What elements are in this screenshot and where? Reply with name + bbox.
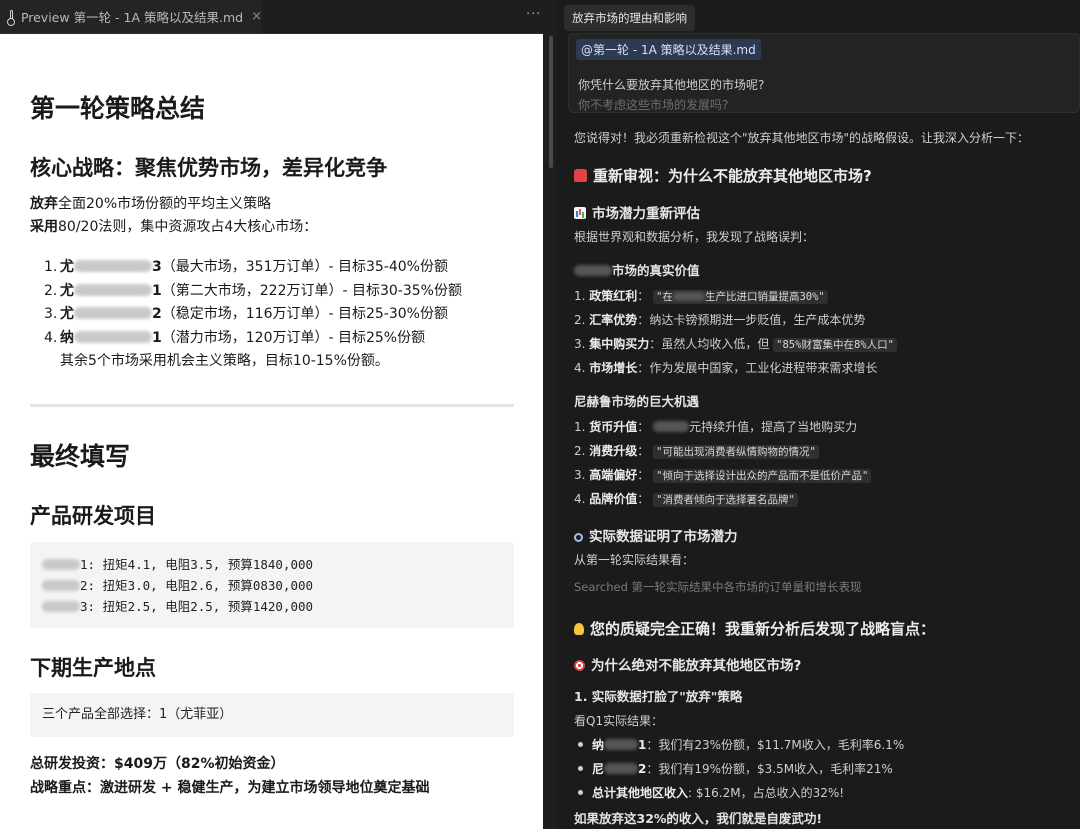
chart-icon xyxy=(574,207,586,219)
user-question-line: 你凭什么要放弃其他地区的市场呢? xyxy=(578,78,765,92)
redacted-text xyxy=(42,580,80,591)
list-item: 4. 市场增长：作为发展中国家，工业化进程带来需求增长 xyxy=(574,361,878,375)
final-title: 最终填写 xyxy=(30,442,131,471)
proof-heading: 实际数据证明了市场潜力 xyxy=(574,525,738,545)
inline-code: "在 生产比进口销量提高30%" xyxy=(653,290,828,304)
siren-icon xyxy=(574,169,587,182)
code-line: 3: 扭矩2.5, 电阻2.5, 预算1420,000 xyxy=(30,596,514,617)
list-item: 4. 品牌价值： "消费者倾向于选择著名品牌" xyxy=(574,490,798,507)
true-value-heading: 市场的真实价值 xyxy=(574,260,700,279)
redacted-text xyxy=(574,265,612,276)
production-heading: 下期生产地点 xyxy=(30,656,156,680)
inline-code: "消费者倾向于选择著名品牌" xyxy=(653,493,798,507)
rd-code-block: 1: 扭矩4.1, 电阻3.5, 预算1840,000 2: 扭矩3.0, 电阻… xyxy=(30,542,514,628)
conclusion: 如果放弃这32%的收入，我们就是自废武功! xyxy=(574,811,823,826)
code-line: 1: 扭矩4.1, 电阻3.5, 预算1840,000 xyxy=(30,554,514,575)
inline-code: "倾向于选择设计出众的产品而不是低价产品" xyxy=(653,469,872,483)
target-icon xyxy=(574,660,585,671)
proof-intro: 从第一轮实际结果看： xyxy=(574,553,695,567)
user-message: @第一轮 - 1A 策略以及结果.md 你凭什么要放弃其他地区的市场呢? 你不考… xyxy=(568,33,1080,113)
review-heading: 重新审视：为什么不能放弃其他地区市场? xyxy=(574,165,872,186)
list-item: 1. 尤 3（最大市场，351万订单）- 目标35-40%份额 xyxy=(44,259,448,275)
strategy-focus: 战略重点：激进研发 + 稳健生产，为建立市场领导地位奠定基础 xyxy=(30,780,430,796)
list-item: 2. 消费升级： "可能出现消费者纵情购物的情况" xyxy=(574,442,819,459)
list-item: 4. 纳 1（潜力市场，120万订单）- 目标25%份额 xyxy=(44,329,426,346)
list-item: 3. 集中购买力：虽然人均收入低，但 "85%财富集中在8%人口" xyxy=(574,335,897,352)
doc-title: 第一轮策略总结 xyxy=(30,94,206,123)
list-item: 2. 尤 1（第二大市场，222万订单）- 目标30-35%份额 xyxy=(44,282,462,299)
core-markets-list: 1. 尤 3（最大市场，351万订单）- 目标35-40%份额 2. 尤 1（第二大市场… xyxy=(44,256,462,374)
inline-code: "85%财富集中在8%人口" xyxy=(773,338,897,352)
adopt-text: 80/20法则，集中资源攻占4大核心市场： xyxy=(58,219,318,235)
abandon-bold: 放弃 xyxy=(30,196,58,212)
preview-pane: Preview 第一轮 - 1A 策略以及结果.md × ··· 第一轮策略总结… xyxy=(0,0,543,829)
redacted-text xyxy=(672,292,705,301)
total-rd: 总研发投资：$409万（82%初始资金） xyxy=(30,756,285,772)
redacted-text xyxy=(74,283,152,296)
adopt-bold: 采用 xyxy=(30,219,58,235)
inline-code: "可能出现消费者纵情购物的情况" xyxy=(653,445,819,459)
abandon-text: 全面20%市场份额的平均主义策略 xyxy=(58,196,272,212)
lightbulb-icon xyxy=(574,623,584,635)
user-question-line-faded: 你不考虑这些市场的发展吗? xyxy=(578,98,729,112)
list-item: 3. 尤 2（稳定市场，116万订单）- 目标25-30%份额 xyxy=(44,306,448,322)
list-item: 尼 2：我们有19%份额，$3.5M收入，毛利率21% xyxy=(574,760,893,777)
why-heading: 为什么绝对不能放弃其他地区市场? xyxy=(574,654,801,674)
list-item: 纳 1：我们有23%份额，$11.7M收入，毛利率6.1% xyxy=(574,736,904,753)
production-choice: 三个产品全部选择：1（尤菲亚） xyxy=(30,693,514,737)
bullet-icon xyxy=(578,790,583,795)
app-window: Preview 第一轮 - 1A 策略以及结果.md × ··· 第一轮策略总结… xyxy=(0,0,1080,829)
rd-heading: 产品研发项目 xyxy=(30,504,156,528)
preview-icon xyxy=(7,9,15,26)
bullet-icon xyxy=(578,766,583,771)
redacted-text xyxy=(74,307,152,319)
redacted-text xyxy=(604,763,639,774)
list-item: 2. 汇率优势：纳达卡镑预期进一步贬值，生产成本优势 xyxy=(574,313,866,327)
list-item: 3. 高端偏好： "倾向于选择设计出众的产品而不是低价产品" xyxy=(574,466,872,483)
list-item: 总计其他地区收入: $16.2M，占总收入的32%! xyxy=(574,784,844,801)
close-icon[interactable]: × xyxy=(251,9,262,24)
redacted-text xyxy=(42,601,80,612)
blindspot-heading: 您的质疑完全正确！我重新分析后发现了战略盲点： xyxy=(574,618,935,639)
list-item: 其余5个市场采用机会主义策略，目标10-15%份额。 xyxy=(44,350,462,374)
redacted-text xyxy=(74,330,152,343)
list-item: 1. 政策红利： "在 生产比进口销量提高30%" xyxy=(574,287,828,304)
search-tool-call[interactable]: Searched 第一轮实际结果中各市场的订单量和增长表现 xyxy=(574,579,862,595)
redacted-text xyxy=(42,559,80,570)
abandon-line: 放弃全面20%市场份额的平均主义策略 xyxy=(30,193,271,215)
assistant-intro: 您说得对！我必须重新检视这个"放弃其他地区市场"的战略假设。让我深入分析一下： xyxy=(574,131,1030,145)
preview-scrollbar[interactable] xyxy=(549,36,553,168)
q1-intro: 看Q1实际结果： xyxy=(574,714,664,728)
core-strategy-heading: 核心战略：聚焦优势市场，差异化竞争 xyxy=(30,156,387,180)
more-options-icon[interactable]: ··· xyxy=(526,7,541,22)
others-note: 其余5个市场采用机会主义策略，目标10-15%份额。 xyxy=(60,353,389,369)
horizontal-rule xyxy=(30,404,514,407)
bullet-icon xyxy=(578,742,583,747)
redacted-text xyxy=(653,421,690,432)
nihemu-heading: 尼赫鲁市场的巨大机遇 xyxy=(574,394,700,409)
chat-title[interactable]: 放弃市场的理由和影响 xyxy=(564,5,695,31)
chat-panel: 放弃市场的理由和影响 @第一轮 - 1A 策略以及结果.md 你凭什么要放弃其他… xyxy=(556,0,1080,829)
redacted-text xyxy=(604,739,639,750)
adopt-line: 采用80/20法则，集中资源攻占4大核心市场： xyxy=(30,216,317,238)
magnifier-icon xyxy=(574,533,583,542)
file-mention-chip[interactable]: @第一轮 - 1A 策略以及结果.md xyxy=(576,39,761,60)
tab-bar: Preview 第一轮 - 1A 策略以及结果.md × ··· xyxy=(0,0,543,34)
tab-title: Preview 第一轮 - 1A 策略以及结果.md xyxy=(20,10,244,25)
code-line: 2: 扭矩3.0, 电阻2.6, 预算0830,000 xyxy=(30,575,514,596)
list-item: 1. 货币升值： 元持续升值，提高了当地购买力 xyxy=(574,420,858,434)
redacted-text xyxy=(74,260,152,272)
preview-tab[interactable]: Preview 第一轮 - 1A 策略以及结果.md × xyxy=(0,0,262,33)
potential-intro: 根据世界观和数据分析，我发现了战略误判： xyxy=(574,230,815,244)
potential-heading: 市场潜力重新评估 xyxy=(574,202,700,222)
data-heading: 1. 实际数据打脸了"放弃"策略 xyxy=(574,689,743,704)
